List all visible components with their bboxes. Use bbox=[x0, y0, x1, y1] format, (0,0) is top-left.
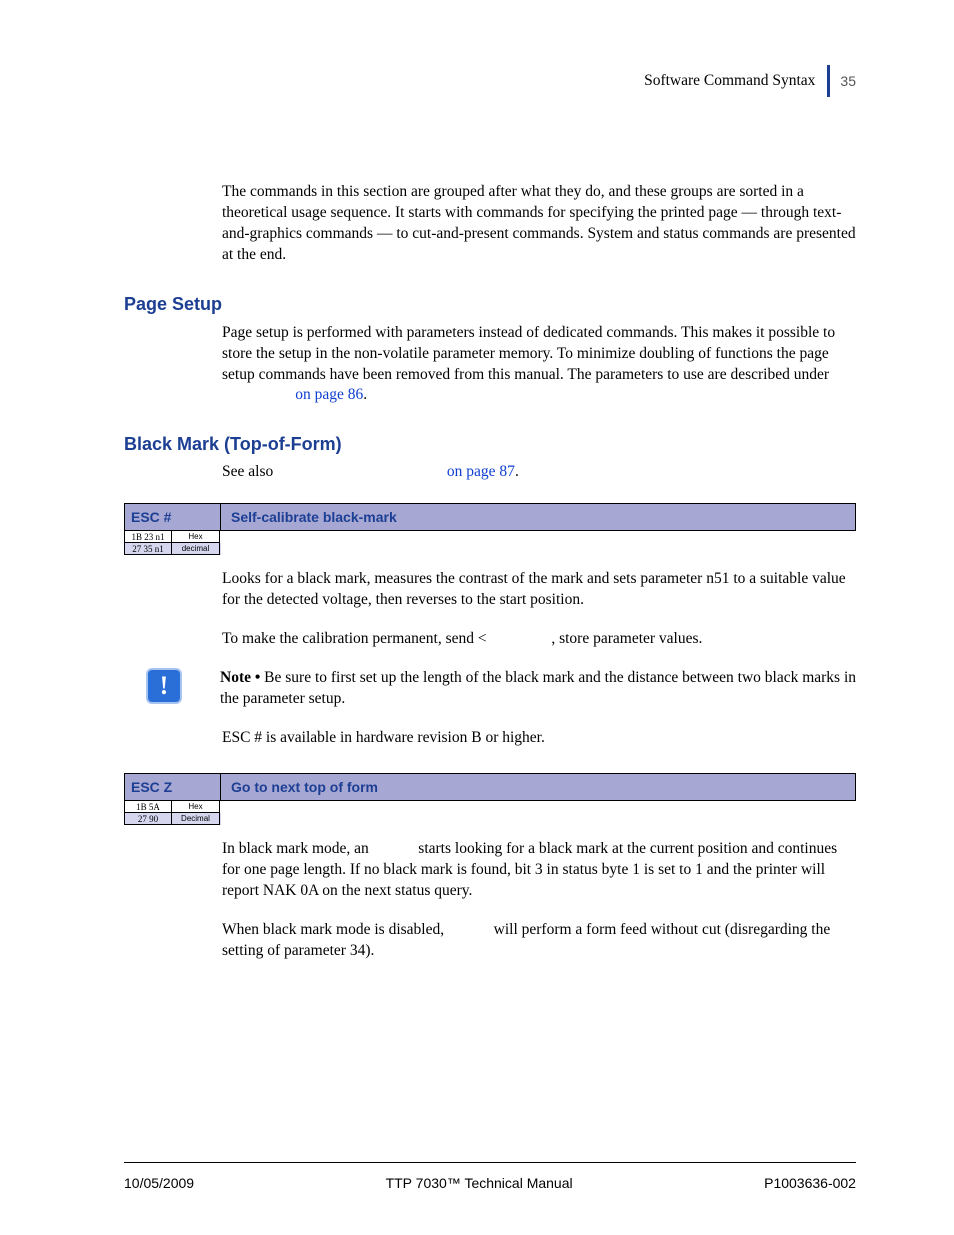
command-code: ESC # bbox=[125, 504, 221, 530]
cmd1-para2a: To make the calibration permanent, send … bbox=[222, 630, 487, 647]
command-encoding-rows: 1B 5A Hex 27 90 Decimal bbox=[124, 801, 221, 825]
hex-row: 1B 5A Hex bbox=[124, 801, 221, 813]
header-title: Software Command Syntax bbox=[644, 72, 815, 90]
cmd2-para1a: In black mark mode, an bbox=[222, 840, 373, 857]
command-encoding-rows: 1B 23 n1 Hex 27 35 n1 decimal bbox=[124, 531, 221, 555]
see-also-a: See also bbox=[222, 463, 277, 480]
command-block-esc-z: ESC Z Go to next top of form 1B 5A Hex 2… bbox=[124, 773, 856, 825]
command-header: ESC Z Go to next top of form bbox=[124, 773, 856, 801]
cmd2-para2b-invis: ESC Z bbox=[448, 921, 494, 938]
see-also: See also Black Mark (Top of Form) on pag… bbox=[222, 463, 856, 481]
see-also-b: . bbox=[515, 463, 519, 480]
command-header: ESC # Self-calibrate black-mark bbox=[124, 503, 856, 531]
footer-date: 10/05/2009 bbox=[124, 1175, 194, 1191]
hex-value: 1B 23 n1 bbox=[124, 531, 172, 543]
cmd1-para2c: , store parameter values. bbox=[551, 630, 702, 647]
dec-label: Decimal bbox=[172, 813, 220, 825]
hex-label: Hex bbox=[172, 531, 220, 543]
cmd2-para1b-invis: ESC Z bbox=[373, 840, 419, 857]
dec-row: 27 35 n1 decimal bbox=[124, 543, 221, 555]
hex-row: 1B 23 n1 Hex bbox=[124, 531, 221, 543]
page-header: Software Command Syntax 35 bbox=[124, 65, 856, 97]
header-divider bbox=[827, 65, 830, 97]
dec-label: decimal bbox=[172, 543, 220, 555]
command-code: ESC Z bbox=[125, 774, 221, 800]
dec-row: 27 90 Decimal bbox=[124, 813, 221, 825]
footer-rule bbox=[124, 1162, 856, 1163]
page-number-top: 35 bbox=[840, 73, 856, 89]
see-also-invis: Black Mark (Top of Form) bbox=[277, 463, 447, 480]
cmd1-para2b-invis: ESC & 4> bbox=[487, 630, 552, 647]
section-black-mark-title: Black Mark (Top-of-Form) bbox=[124, 434, 856, 455]
cmd1-para1: Looks for a black mark, measures the con… bbox=[222, 569, 856, 611]
command-block-esc-hash: ESC # Self-calibrate black-mark 1B 23 n1… bbox=[124, 503, 856, 555]
note-row: ! Note • Be sure to first set up the len… bbox=[124, 668, 856, 710]
info-icon: ! bbox=[146, 668, 182, 704]
note-body: Be sure to first set up the length of th… bbox=[220, 669, 856, 707]
page-setup-text-a: Page setup is performed with parameters … bbox=[222, 324, 835, 383]
cmd2-para2: When black mark mode is disabled, ESC Z … bbox=[222, 920, 856, 962]
dec-value: 27 90 bbox=[124, 813, 172, 825]
page-setup-link[interactable]: on page 86 bbox=[295, 386, 363, 403]
page-footer: 10/05/2009 TTP 7030™ Technical Manual P1… bbox=[124, 1162, 856, 1191]
footer-right: P1003636-002 bbox=[764, 1175, 856, 1191]
cmd1-para2: To make the calibration permanent, send … bbox=[222, 629, 856, 650]
page-setup-text-b: . bbox=[363, 386, 367, 403]
note-label: Note • bbox=[220, 669, 264, 686]
command-desc: Go to next top of form bbox=[221, 779, 378, 795]
see-also-link[interactable]: on page 87 bbox=[447, 463, 515, 480]
hex-label: Hex bbox=[172, 801, 220, 813]
hex-value: 1B 5A bbox=[124, 801, 172, 813]
cmd1-para3: ESC # is available in hardware revision … bbox=[222, 728, 856, 749]
section-page-setup-title: Page Setup bbox=[124, 294, 856, 315]
note-text: Note • Be sure to first set up the lengt… bbox=[220, 668, 856, 710]
cmd2-para2a: When black mark mode is disabled, bbox=[222, 921, 448, 938]
page-setup-link-invis: Page Setup bbox=[222, 386, 295, 403]
intro-paragraph: The commands in this section are grouped… bbox=[222, 182, 856, 266]
dec-value: 27 35 n1 bbox=[124, 543, 172, 555]
cmd2-para1: In black mark mode, an ESC Z starts look… bbox=[222, 839, 856, 902]
command-desc: Self-calibrate black-mark bbox=[221, 509, 397, 525]
page-setup-paragraph: Page setup is performed with parameters … bbox=[222, 323, 856, 407]
footer-center: TTP 7030™ Technical Manual bbox=[386, 1175, 573, 1191]
